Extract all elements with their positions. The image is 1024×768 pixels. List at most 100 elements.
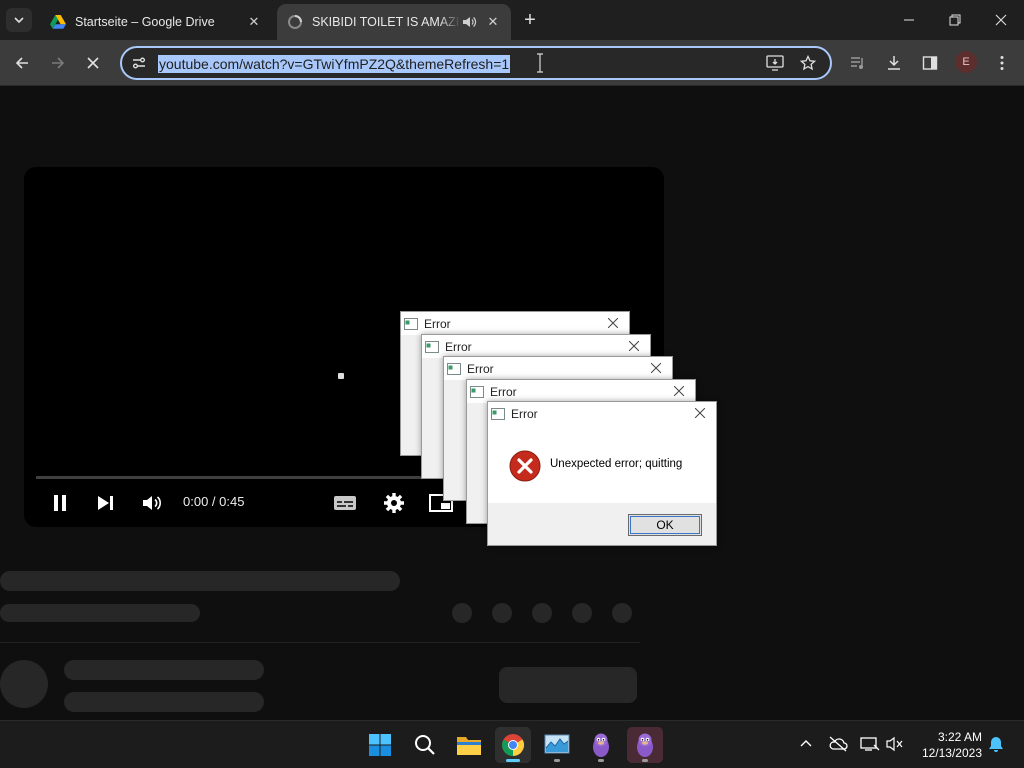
restore-button[interactable] bbox=[932, 0, 978, 40]
tab-search-button[interactable] bbox=[6, 8, 32, 32]
chevron-up-icon bbox=[800, 740, 812, 747]
media-controls-button[interactable] bbox=[846, 51, 870, 75]
running-indicator bbox=[554, 759, 560, 762]
tab-title: Startseite – Google Drive bbox=[75, 15, 215, 29]
subtitles-icon bbox=[334, 496, 356, 510]
next-button[interactable] bbox=[92, 489, 120, 517]
subtitles-button[interactable] bbox=[330, 489, 360, 517]
onedrive-tray[interactable] bbox=[827, 733, 849, 755]
task-manager-button[interactable] bbox=[539, 727, 575, 763]
forward-button[interactable] bbox=[46, 51, 70, 75]
bookmark-star-icon[interactable] bbox=[800, 55, 816, 71]
address-bar[interactable]: youtube.com/watch?v=GTwiYfmPZ2Q&themeRef… bbox=[120, 46, 832, 80]
search-button[interactable] bbox=[407, 727, 443, 763]
action-placeholder bbox=[572, 603, 592, 623]
bonzi-icon bbox=[593, 733, 609, 757]
chrome-icon bbox=[502, 734, 524, 756]
side-panel-button[interactable] bbox=[918, 51, 942, 75]
channel-name-placeholder bbox=[64, 660, 264, 680]
restore-icon bbox=[949, 14, 961, 26]
new-tab-button[interactable]: + bbox=[519, 10, 541, 32]
stop-loading-button[interactable] bbox=[81, 51, 105, 75]
network-tray[interactable] bbox=[859, 733, 881, 755]
settings-button[interactable] bbox=[379, 489, 409, 517]
loading-spinner-icon bbox=[288, 15, 302, 29]
gear-icon bbox=[384, 493, 404, 513]
task-manager-icon bbox=[544, 734, 570, 754]
back-button[interactable] bbox=[10, 51, 34, 75]
tab-youtube[interactable]: SKIBIDI TOILET IS AMAZING ✕ bbox=[277, 4, 511, 40]
running-indicator bbox=[598, 759, 604, 762]
search-icon bbox=[415, 735, 435, 755]
site-settings-icon[interactable] bbox=[131, 55, 147, 71]
taskbar: 3:22 AM 12/13/2023 bbox=[0, 720, 1024, 768]
meta-placeholder bbox=[0, 604, 200, 622]
desktop: Startseite – Google Drive ✕ SKIBIDI TOIL… bbox=[0, 0, 1024, 768]
error-icon bbox=[509, 450, 541, 482]
pause-button[interactable] bbox=[46, 489, 74, 517]
close-icon bbox=[87, 57, 99, 69]
close-icon[interactable] bbox=[626, 338, 642, 354]
more-vertical-icon bbox=[1000, 56, 1004, 70]
dialog-title: Error bbox=[424, 316, 451, 331]
volume-tray[interactable] bbox=[884, 733, 906, 755]
action-placeholder bbox=[532, 603, 552, 623]
chevron-down-icon bbox=[14, 17, 24, 24]
minimize-icon bbox=[904, 19, 914, 21]
bonzi-app-button[interactable] bbox=[583, 727, 619, 763]
download-icon bbox=[888, 56, 900, 70]
dialog-body: Unexpected error; quitting bbox=[488, 425, 716, 503]
action-placeholder bbox=[612, 603, 632, 623]
bonzi-icon bbox=[637, 733, 653, 757]
file-explorer-button[interactable] bbox=[451, 727, 487, 763]
close-tab-icon[interactable]: ✕ bbox=[246, 14, 262, 30]
app-window-icon bbox=[470, 385, 484, 398]
profile-avatar[interactable]: E bbox=[955, 51, 977, 73]
bonzi-app-button[interactable] bbox=[627, 727, 663, 763]
tab-google-drive[interactable]: Startseite – Google Drive ✕ bbox=[40, 4, 272, 40]
volume-button[interactable] bbox=[139, 489, 167, 517]
close-icon[interactable] bbox=[671, 383, 687, 399]
channel-avatar-placeholder bbox=[0, 660, 48, 708]
bell-icon bbox=[989, 737, 1003, 752]
arrow-right-icon bbox=[52, 57, 65, 69]
minimize-button[interactable] bbox=[886, 0, 932, 40]
skip-next-icon bbox=[98, 496, 113, 510]
video-time: 0:00 / 0:45 bbox=[183, 494, 245, 509]
dialog-titlebar: Error bbox=[444, 357, 672, 380]
clock[interactable]: 3:22 AM 12/13/2023 bbox=[914, 729, 982, 761]
side-panel-icon bbox=[922, 56, 938, 70]
app-window-icon bbox=[425, 340, 439, 353]
close-icon[interactable] bbox=[692, 405, 708, 421]
close-icon[interactable] bbox=[605, 315, 621, 331]
action-placeholder bbox=[452, 603, 472, 623]
menu-button[interactable] bbox=[990, 51, 1014, 75]
subscribe-placeholder bbox=[499, 667, 637, 703]
dialog-title: Error bbox=[511, 406, 538, 421]
dialog-title: Error bbox=[467, 361, 494, 376]
close-window-button[interactable] bbox=[978, 0, 1024, 40]
chrome-button[interactable] bbox=[495, 727, 531, 763]
title-placeholder bbox=[0, 571, 400, 591]
install-app-icon[interactable] bbox=[766, 55, 784, 71]
app-window-icon bbox=[447, 362, 461, 375]
action-placeholder bbox=[492, 603, 512, 623]
notifications-button[interactable] bbox=[985, 733, 1007, 755]
start-button[interactable] bbox=[362, 727, 398, 763]
ok-button[interactable]: OK bbox=[628, 514, 702, 536]
app-window-icon bbox=[491, 407, 505, 420]
downloads-button[interactable] bbox=[882, 51, 906, 75]
url-text[interactable]: youtube.com/watch?v=GTwiYfmPZ2Q&themeRef… bbox=[158, 55, 511, 73]
channel-sub-placeholder bbox=[64, 692, 264, 712]
pause-icon bbox=[54, 495, 66, 511]
text-cursor-icon bbox=[537, 53, 543, 73]
close-tab-icon[interactable]: ✕ bbox=[485, 14, 501, 30]
tab-strip: Startseite – Google Drive ✕ SKIBIDI TOIL… bbox=[0, 0, 1024, 40]
app-window-icon bbox=[404, 317, 418, 330]
url-value: youtube.com/watch?v=GTwiYfmPZ2Q&themeRef… bbox=[159, 56, 510, 72]
close-icon[interactable] bbox=[648, 360, 664, 376]
dialog-title: Error bbox=[490, 384, 517, 399]
show-hidden-icons-button[interactable] bbox=[795, 733, 817, 755]
speaker-icon[interactable] bbox=[461, 14, 477, 30]
browser-toolbar: youtube.com/watch?v=GTwiYfmPZ2Q&themeRef… bbox=[0, 40, 1024, 86]
